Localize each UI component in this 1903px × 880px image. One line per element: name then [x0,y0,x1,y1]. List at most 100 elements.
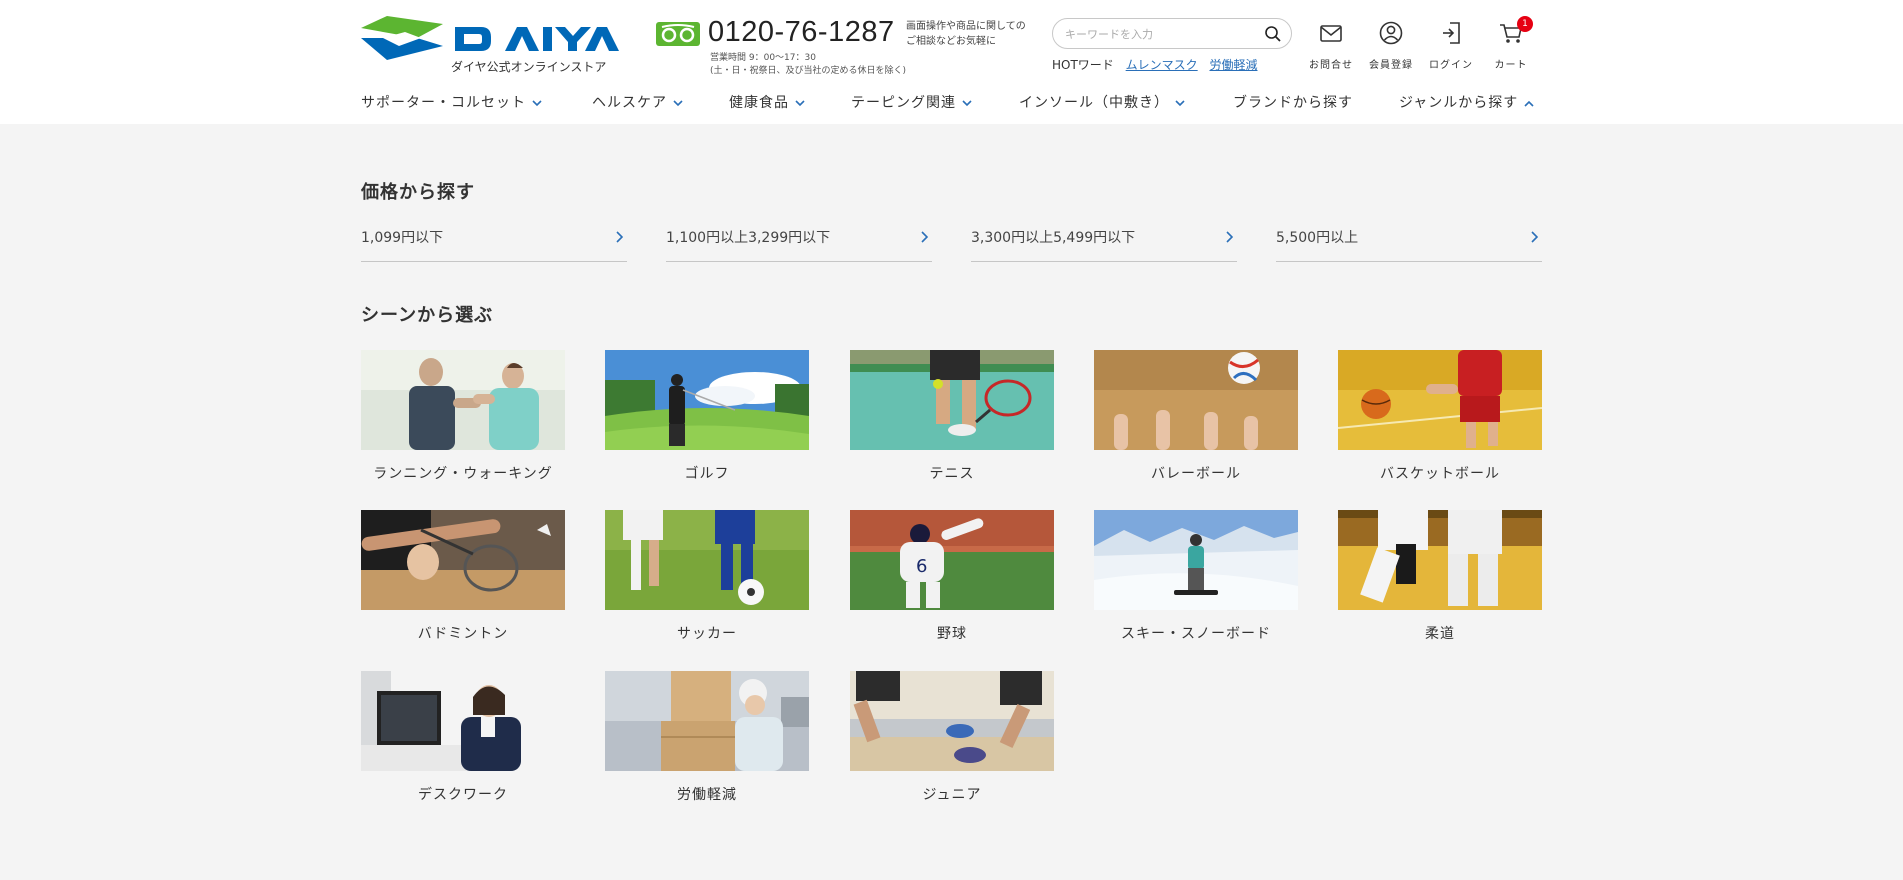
scene-thumbnail [1094,350,1298,450]
scene-thumbnail: 6 [850,510,1054,610]
scene-thumbnail [605,510,809,610]
chevron-down-icon [532,99,542,106]
nav-item-label: ブランドから探す [1233,95,1353,111]
scene-thumbnail [1338,350,1542,450]
nav-item-health-food[interactable]: 健康食品 [729,92,805,112]
login-label: ログイン [1429,60,1473,71]
free-dial-icon [656,22,700,46]
daiya-logo-mark-icon [361,16,443,60]
contact-label: お問合せ [1309,60,1353,71]
price-label: 1,100円以上3,299円以下 [666,230,831,246]
scene-label: 野球 [937,626,967,642]
scene-label: 柔道 [1425,626,1455,642]
price-label: 5,500円以上 [1276,230,1359,246]
chevron-right-icon [1531,231,1538,243]
price-label: 3,300円以上5,499円以下 [971,230,1136,246]
scene-thumbnail [605,671,809,771]
chevron-right-icon [1226,231,1233,243]
chevron-right-icon [921,231,928,243]
scene-label: スキー・スノーボード [1121,626,1271,642]
register-link[interactable]: 会員登録 [1361,20,1421,71]
contact-link[interactable]: お問合せ [1301,20,1361,71]
hot-word-link[interactable]: 労働軽減 [1209,58,1257,72]
site-logo[interactable]: ダイヤ公式オンラインストア [361,16,619,78]
site-header: ダイヤ公式オンラインストア 0120-76-1287 画面操作や商品に関しての … [0,0,1903,124]
mail-icon [1320,25,1342,42]
nav-item-label: テーピング関連 [851,95,956,111]
svg-text:6: 6 [916,556,927,577]
scene-item-judo[interactable]: 柔道 [1338,510,1542,643]
cart-label: カート [1494,60,1528,71]
search-box [1052,18,1292,49]
scene-item-volleyball[interactable]: バレーボール [1094,350,1298,483]
nav-item-insole[interactable]: インソール（中敷き） [1019,92,1185,112]
business-hours: 営業時間 9：00～17：30 (土・日・祝祭日、及び当社の定める休日を除く) [710,53,907,76]
hot-words: HOTワード ムレンマスク 労働軽減 [1052,56,1258,73]
login-icon [1443,22,1460,44]
nav-item-brand[interactable]: ブランドから探す [1233,92,1353,112]
search-icon[interactable] [1264,25,1282,43]
price-link[interactable]: 1,099円以下 [361,222,627,262]
scene-thumbnail [850,671,1054,771]
chevron-down-icon [1175,99,1185,106]
phone-note: 画面操作や商品に関しての ご相談などお気軽に [906,21,1026,47]
nav-item-taping[interactable]: テーピング関連 [851,92,972,112]
scene-thumbnail [1094,510,1298,610]
nav-item-label: サポーター・コルセット [361,95,526,111]
scene-label: バドミントン [417,626,509,642]
chevron-down-icon [962,99,972,106]
chevron-down-icon [673,99,683,106]
daiya-wordmark-icon [455,27,619,51]
user-icon [1379,21,1403,45]
price-link[interactable]: 3,300円以上5,499円以下 [971,222,1237,262]
scene-item-golf[interactable]: ゴルフ [605,350,809,483]
scene-label: 労働軽減 [677,787,737,803]
scene-thumbnail [605,350,809,450]
price-label: 1,099円以下 [361,230,444,246]
scene-thumbnail [850,350,1054,450]
price-link[interactable]: 5,500円以上 [1276,222,1542,262]
logo-subtitle: ダイヤ公式オンラインストア [451,60,607,74]
phone-number[interactable]: 0120-76-1287 [708,16,895,49]
nav-item-healthcare[interactable]: ヘルスケア [592,92,683,112]
scene-item-basketball[interactable]: バスケットボール [1338,350,1542,483]
login-link[interactable]: ログイン [1421,20,1481,71]
scene-label: ジュニア [922,787,982,803]
nav-item-supporter[interactable]: サポーター・コルセット [361,92,542,112]
scene-item-junior[interactable]: ジュニア [850,671,1054,804]
scene-label: サッカー [677,626,737,642]
scene-thumbnail [361,350,565,450]
nav-item-label: ヘルスケア [592,95,667,111]
nav-item-label: 健康食品 [729,95,789,111]
nav-item-label: インソール（中敷き） [1019,95,1169,111]
scene-item-baseball[interactable]: 6 野球 [850,510,1054,643]
nav-item-genre[interactable]: ジャンルから探す [1399,92,1534,112]
hot-word-link[interactable]: ムレンマスク [1126,58,1198,72]
scene-item-labor[interactable]: 労働軽減 [605,671,809,804]
chevron-up-icon [1524,100,1534,107]
scene-label: バレーボール [1151,466,1241,482]
scene-item-badminton[interactable]: バドミントン [361,510,565,643]
scene-thumbnail [1338,510,1542,610]
scene-item-tennis[interactable]: テニス [850,350,1054,483]
price-section-title: 価格から探す [361,182,475,203]
scene-item-soccer[interactable]: サッカー [605,510,809,643]
scene-label: バスケットボール [1380,466,1500,482]
main-nav: サポーター・コルセット ヘルスケア 健康食品 テーピング関連 インソール（中敷き… [361,92,1543,116]
scene-item-deskwork[interactable]: デスクワーク [361,671,565,804]
scene-label: ランニング・ウォーキング [373,466,553,482]
cart-link[interactable]: 1 カート [1481,16,1541,71]
chevron-down-icon [795,99,805,106]
scene-item-ski[interactable]: スキー・スノーボード [1094,510,1298,643]
scene-label: テニス [929,466,975,482]
price-link[interactable]: 1,100円以上3,299円以下 [666,222,932,262]
register-label: 会員登録 [1369,60,1413,71]
phone-contact: 0120-76-1287 画面操作や商品に関しての ご相談などお気軽に 営業時間… [656,16,1036,80]
scene-section-title: シーンから選ぶ [361,305,494,326]
scene-thumbnail [361,510,565,610]
search-input[interactable] [1065,24,1255,44]
scene-label: デスクワーク [418,787,508,803]
nav-item-label: ジャンルから探す [1399,95,1519,111]
scene-item-running[interactable]: ランニング・ウォーキング [361,350,565,483]
cart-count-badge: 1 [1517,16,1533,32]
